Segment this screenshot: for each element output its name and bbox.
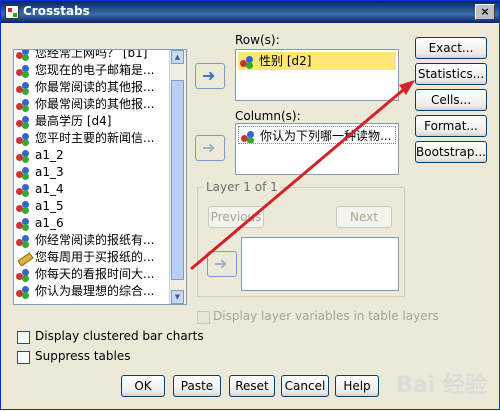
crosstabs-dialog: Crosstabs × 你认为最理想的综合... 你每天的看报时间大... 您每周用… [0, 0, 500, 410]
annotation-arrow [190, 80, 415, 271]
annotation-arrow-line [190, 83, 410, 271]
